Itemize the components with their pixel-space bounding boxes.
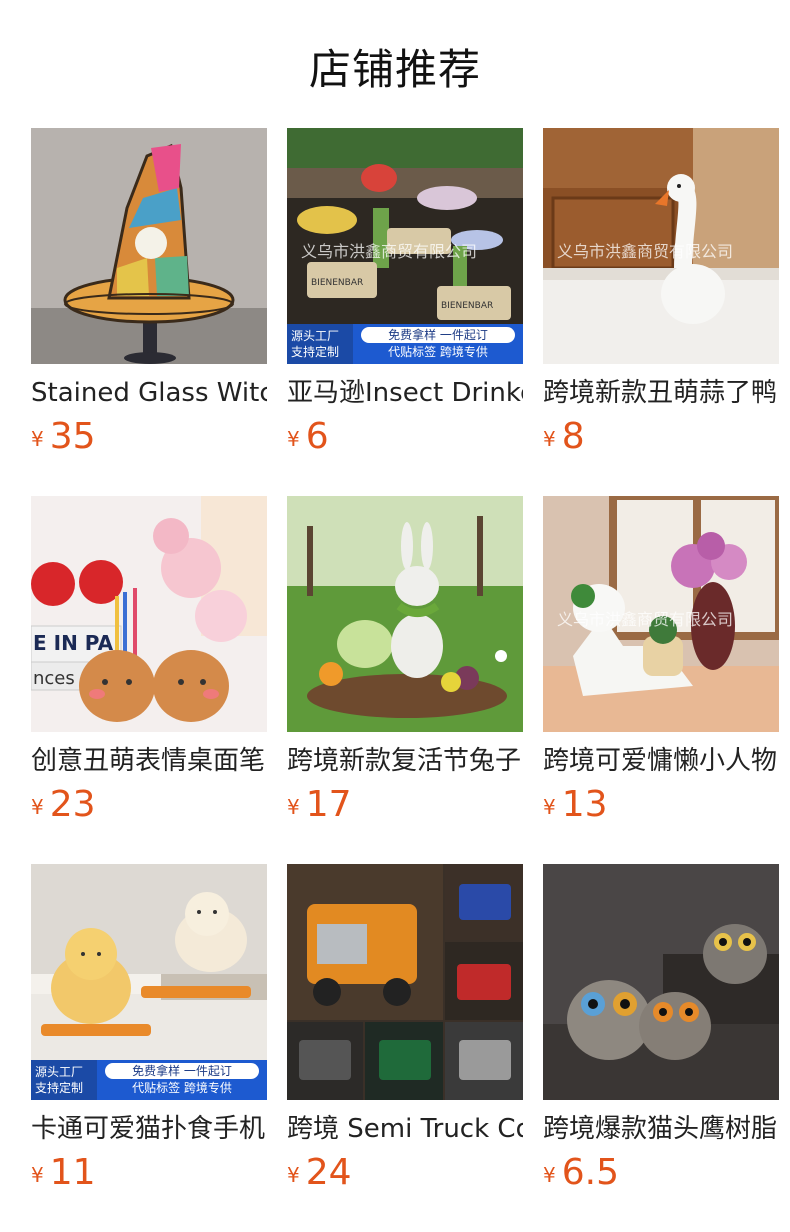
product-image-lazy-figure[interactable]: 义乌市洪鑫商贸有限公司 xyxy=(543,496,779,732)
price-value: 11 xyxy=(49,1152,96,1193)
product-title[interactable]: 亚马逊Insect Drinke xyxy=(287,376,523,410)
promo-line: 支持定制 xyxy=(291,345,340,359)
price-value: 13 xyxy=(561,784,608,825)
section-title: 店铺推荐 xyxy=(308,45,481,94)
product-card[interactable]: 跨境 Semi Truck Co ¥24 xyxy=(287,864,523,1193)
product-image-cat-phone-stand[interactable]: 源头工厂 支持定制 免费拿样 一件起订 代贴标签 跨境专供 xyxy=(31,864,267,1100)
product-card[interactable]: 义乌市洪鑫商贸有限公司 跨境可爱慵懒小人物 ¥13 xyxy=(543,496,779,825)
image-watermark: 义乌市洪鑫商贸有限公司 xyxy=(557,242,734,261)
sign-label: BIENENBAR xyxy=(311,278,363,288)
currency-symbol: ¥ xyxy=(287,1163,300,1187)
product-price: ¥23 xyxy=(31,784,96,825)
book-spine-text: E IN PA xyxy=(33,631,114,655)
currency-symbol: ¥ xyxy=(287,795,300,819)
product-title[interactable]: Stained Glass Witch xyxy=(31,376,267,410)
product-price: ¥35 xyxy=(31,416,96,457)
product-card[interactable]: 义乌市洪鑫商贸有限公司 跨境新款丑萌蒜了鸭 ¥8 xyxy=(543,128,779,457)
currency-symbol: ¥ xyxy=(31,1163,44,1187)
product-price: ¥24 xyxy=(287,1152,352,1193)
product-grid: Stained Glass Witch ¥35 BIENENBAR BIENEN… xyxy=(31,128,779,1193)
product-image-easter-rabbit[interactable] xyxy=(287,496,523,732)
promo-line: 源头工厂 xyxy=(35,1065,84,1079)
section-header: 店铺推荐 xyxy=(0,0,790,128)
promo-line: 源头工厂 xyxy=(291,329,340,343)
price-value: 23 xyxy=(49,784,96,825)
sign-label: BIENENBAR xyxy=(441,301,493,311)
product-price: ¥6.5 xyxy=(543,1152,619,1193)
product-price: ¥8 xyxy=(543,416,585,457)
price-value: 35 xyxy=(49,416,96,457)
product-card[interactable]: BIENENBAR BIENENBAR 义乌市洪鑫商贸有限公司 源头工厂 支持定… xyxy=(287,128,523,457)
product-title[interactable]: 跨境可爱慵懒小人物 xyxy=(543,744,779,778)
price-value: 6.5 xyxy=(561,1152,619,1193)
product-title[interactable]: 跨境爆款猫头鹰树脂 xyxy=(543,1112,779,1146)
currency-symbol: ¥ xyxy=(287,427,300,451)
product-price: ¥6 xyxy=(287,416,329,457)
promo-sub: 代贴标签 跨境专供 xyxy=(132,1081,232,1095)
product-image-pen-holder[interactable]: E IN PA nces xyxy=(31,496,267,732)
price-value: 8 xyxy=(561,416,585,457)
product-card[interactable]: 跨境新款复活节兔子 ¥17 xyxy=(287,496,523,825)
product-title[interactable]: 跨境新款复活节兔子 xyxy=(287,744,523,778)
currency-symbol: ¥ xyxy=(31,795,44,819)
promo-banner: 源头工厂 支持定制 免费拿样 一件起订 代贴标签 跨境专供 xyxy=(287,324,523,364)
currency-symbol: ¥ xyxy=(543,427,556,451)
product-image-truck-mug[interactable] xyxy=(287,864,523,1100)
promo-banner: 源头工厂 支持定制 免费拿样 一件起订 代贴标签 跨境专供 xyxy=(31,1060,267,1100)
product-card[interactable]: Stained Glass Witch ¥35 xyxy=(31,128,267,457)
currency-symbol: ¥ xyxy=(31,427,44,451)
image-watermark: 义乌市洪鑫商贸有限公司 xyxy=(557,610,734,629)
price-value: 17 xyxy=(305,784,352,825)
currency-symbol: ¥ xyxy=(543,1163,556,1187)
product-image-duck-garlic[interactable]: 义乌市洪鑫商贸有限公司 xyxy=(543,128,779,364)
product-title[interactable]: 卡通可爱猫扑食手机 xyxy=(31,1112,267,1146)
product-title[interactable]: 跨境 Semi Truck Co xyxy=(287,1112,523,1146)
product-image-witch-hat[interactable] xyxy=(31,128,267,364)
image-watermark: 义乌市洪鑫商贸有限公司 xyxy=(301,242,478,261)
price-value: 6 xyxy=(305,416,329,457)
book-spine-text: nces xyxy=(33,668,75,689)
product-image-garden-insect[interactable]: BIENENBAR BIENENBAR 义乌市洪鑫商贸有限公司 源头工厂 支持定… xyxy=(287,128,523,364)
product-price: ¥11 xyxy=(31,1152,96,1193)
currency-symbol: ¥ xyxy=(543,795,556,819)
product-title[interactable]: 跨境新款丑萌蒜了鸭 xyxy=(543,376,779,410)
product-card[interactable]: 源头工厂 支持定制 免费拿样 一件起订 代贴标签 跨境专供 卡通可爱猫扑食手机 … xyxy=(31,864,267,1193)
promo-pill: 免费拿样 一件起订 xyxy=(361,327,515,343)
promo-pill: 免费拿样 一件起订 xyxy=(105,1063,259,1079)
product-price: ¥17 xyxy=(287,784,352,825)
product-image-owl[interactable] xyxy=(543,864,779,1100)
product-price: ¥13 xyxy=(543,784,608,825)
product-card[interactable]: E IN PA nces 创意丑萌表情桌面笔 ¥23 xyxy=(31,496,267,825)
promo-sub: 代贴标签 跨境专供 xyxy=(388,345,488,359)
product-title[interactable]: 创意丑萌表情桌面笔 xyxy=(31,744,267,778)
price-value: 24 xyxy=(305,1152,352,1193)
promo-line: 支持定制 xyxy=(35,1081,84,1095)
product-card[interactable]: 跨境爆款猫头鹰树脂 ¥6.5 xyxy=(543,864,779,1193)
